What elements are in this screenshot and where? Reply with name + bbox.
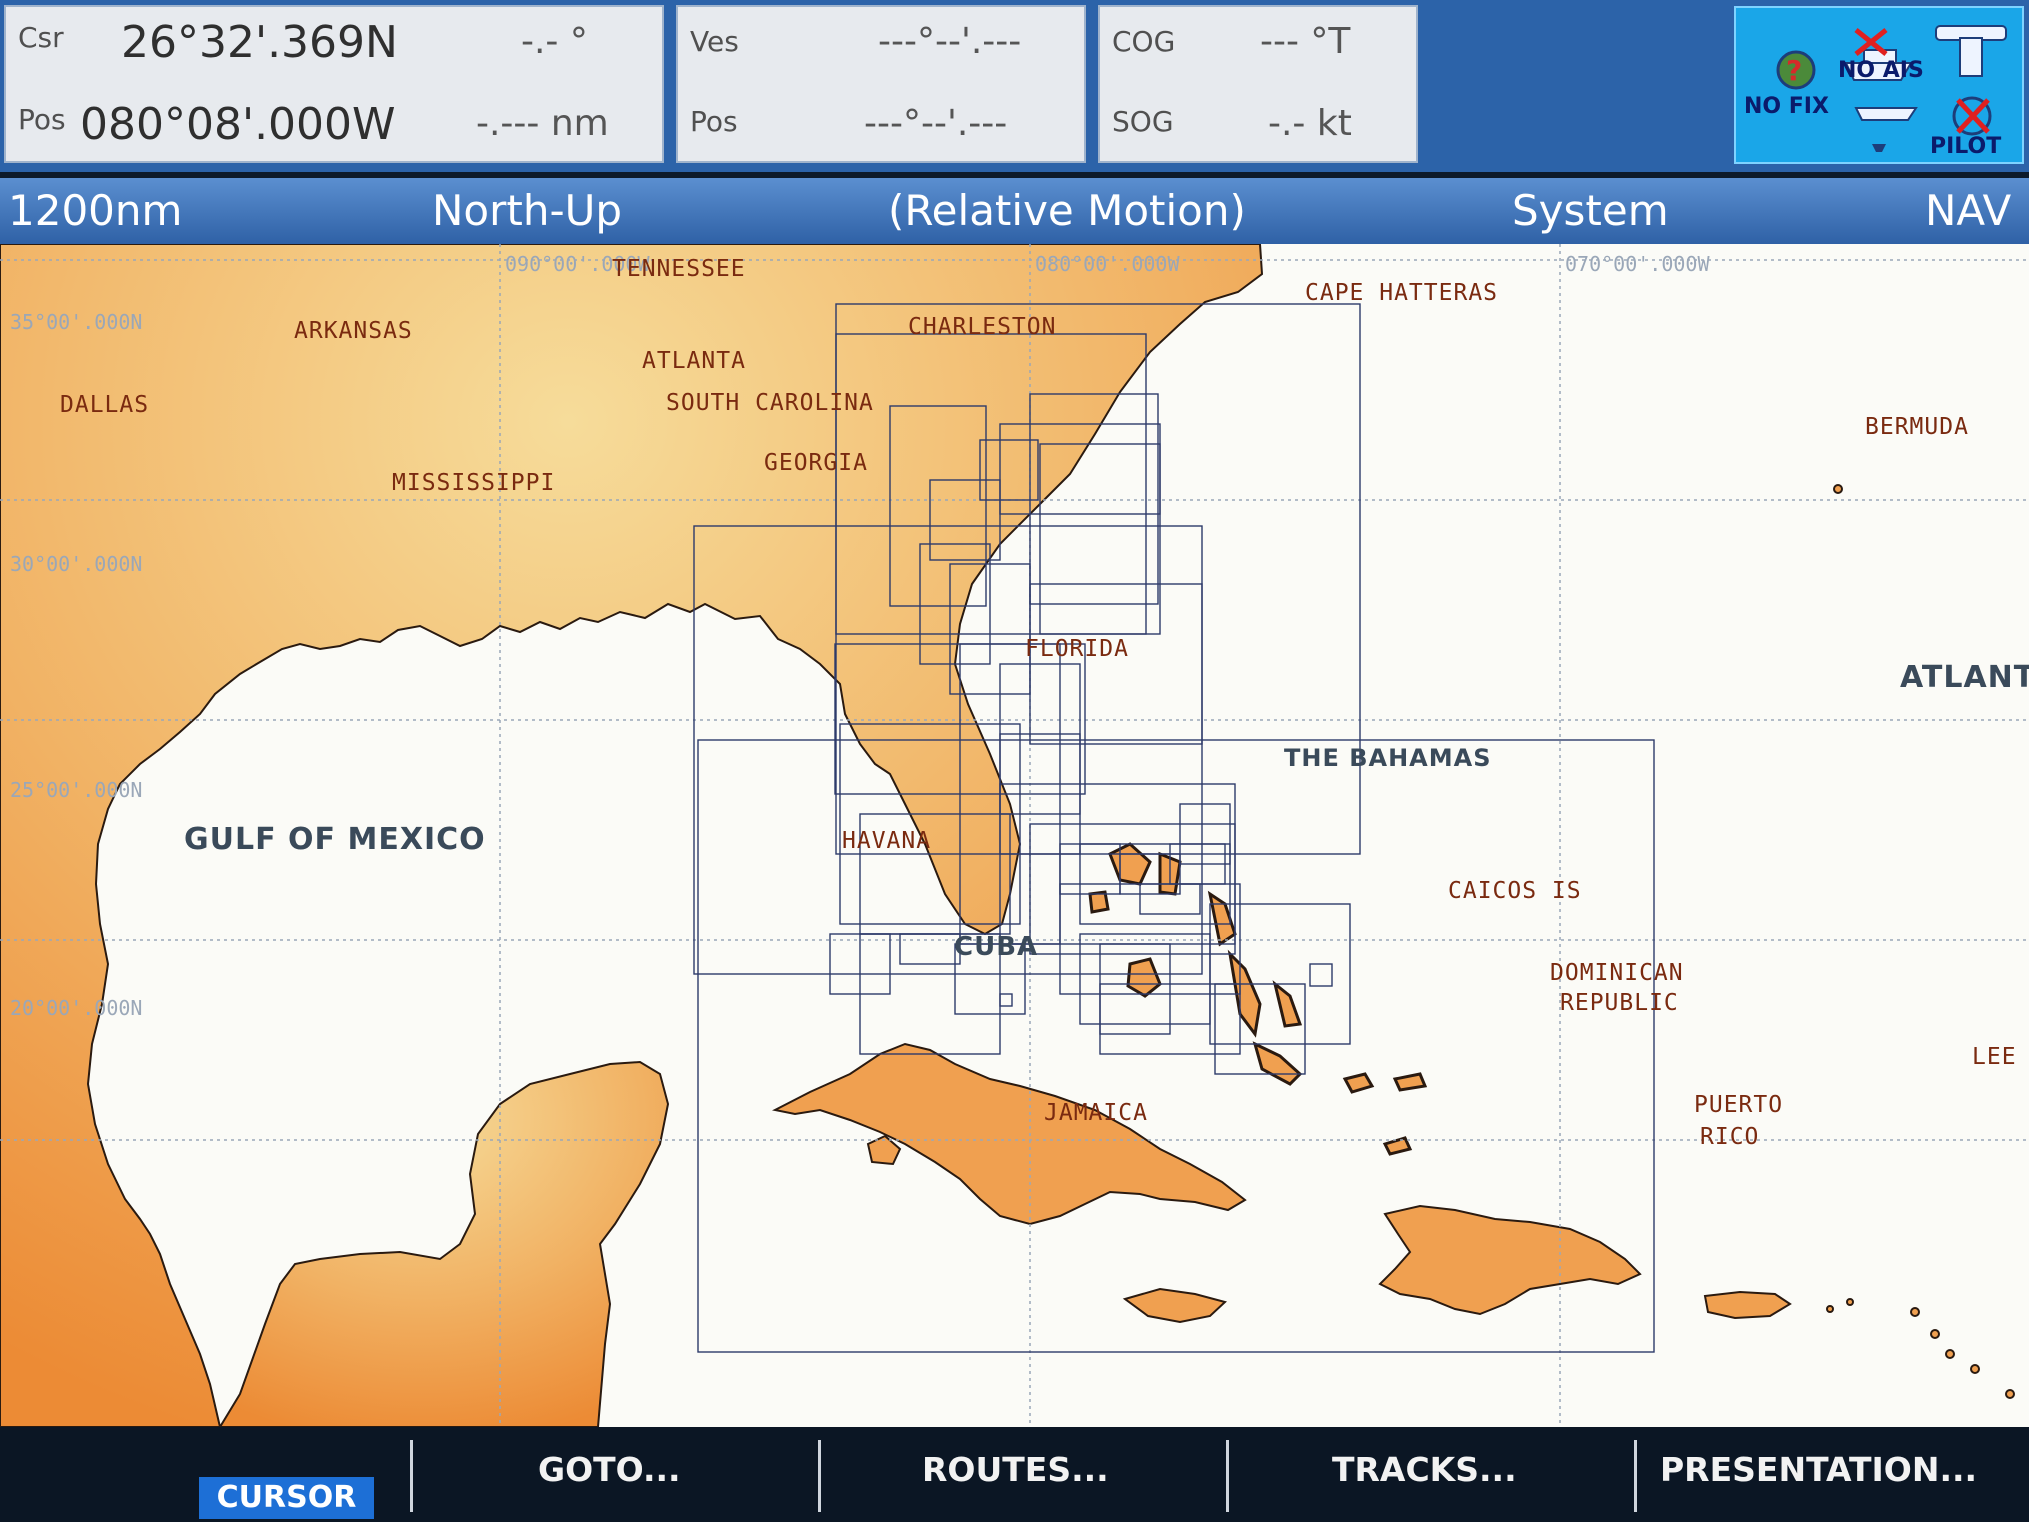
label-florida: FLORIDA <box>1025 636 1129 662</box>
label-puerto: PUERTO <box>1694 1092 1784 1118</box>
softkey-divider <box>1226 1440 1229 1512</box>
label-arkansas: ARKANSAS <box>294 318 413 344</box>
grid-label-lon-80: 080°00'.000W <box>1035 252 1180 276</box>
label-bermuda: BERMUDA <box>1865 414 1969 440</box>
label-atlanta: ATLANTA <box>642 348 746 374</box>
cursor-readout-panel[interactable]: Csr 26°32'.369N -.- ° Pos 080°08'.000W -… <box>4 5 664 163</box>
grid-label-lat-20: 20°00'.000N <box>10 996 143 1020</box>
label-republic: REPUBLIC <box>1560 990 1679 1016</box>
softkey-divider <box>1634 1440 1637 1512</box>
chart-map[interactable]: 090°00'.000W 080°00'.000W 070°00'.000W 3… <box>0 244 2029 1427</box>
label-georgia: GEORGIA <box>764 450 868 476</box>
label-cape-hatteras: CAPE HATTERAS <box>1305 280 1499 306</box>
label-charleston: CHARLESTON <box>908 314 1057 340</box>
orientation-mode[interactable]: North-Up <box>432 186 622 235</box>
pos-label: Pos <box>18 103 66 136</box>
grid-label-lon-70: 070°00'.000W <box>1565 252 1710 276</box>
label-atlantic: ATLANT <box>1900 660 2029 695</box>
cursor-range: -.--- nm <box>476 103 609 144</box>
vessel-latitude: ---°--'.--- <box>878 21 1022 62</box>
label-dallas: DALLAS <box>60 392 150 418</box>
sog-label: SOG <box>1112 105 1174 138</box>
small-boat-icon <box>1854 107 1918 152</box>
jamaica-land <box>1122 1287 1228 1324</box>
csr-label: Csr <box>18 21 64 54</box>
label-south-carolina: SOUTH CAROLINA <box>666 390 874 416</box>
readout-bar: Csr 26°32'.369N -.- ° Pos 080°08'.000W -… <box>0 0 2029 172</box>
status-panel[interactable]: ? NO FIX NO AIS PILOT <box>1734 6 2024 164</box>
cursor-latitude: 26°32'.369N <box>121 17 398 68</box>
cursor-softkey[interactable]: CURSOR <box>199 1477 374 1519</box>
ves-pos-label: Pos <box>690 105 738 138</box>
sog-value: -.- kt <box>1268 103 1352 144</box>
grid-label-lat-30: 30°00'.000N <box>10 552 143 576</box>
no-fix-label: NO FIX <box>1744 94 1829 119</box>
system-mode[interactable]: System <box>1512 186 1669 235</box>
pilot-label: PILOT <box>1930 134 2002 159</box>
cursor-longitude: 080°08'.000W <box>80 99 396 150</box>
ves-label: Ves <box>690 25 739 58</box>
tracks-softkey[interactable]: TRACKS... <box>1332 1450 1517 1489</box>
label-rico: RICO <box>1700 1124 1760 1150</box>
label-caicos: CAICOS IS <box>1448 878 1582 904</box>
label-jamaica: JAMAICA <box>1044 1100 1148 1126</box>
label-leeward: LEE <box>1972 1044 2017 1070</box>
course-speed-panel[interactable]: COG --- °T SOG -.- kt <box>1098 5 1418 163</box>
hispaniola-land <box>1378 1204 1642 1316</box>
lesser-antilles <box>1826 1298 2015 1399</box>
label-bahamas: THE BAHAMAS <box>1284 744 1492 772</box>
grid-label-lat-35: 35°00'.000N <box>10 310 143 334</box>
presentation-softkey[interactable]: PRESENTATION... <box>1660 1450 1977 1489</box>
gps-icon: ? <box>1776 50 1816 90</box>
no-ais-label: NO AIS <box>1838 58 1924 83</box>
cog-value: --- °T <box>1260 21 1351 62</box>
label-gulf-of-mexico: GULF OF MEXICO <box>184 822 486 857</box>
label-tennessee: TENNESSEE <box>612 256 746 282</box>
softkey-divider <box>410 1440 413 1512</box>
motion-mode[interactable]: (Relative Motion) <box>888 186 1246 235</box>
page-name: NAV <box>1925 186 2012 235</box>
vessel-readout-panel[interactable]: Ves ---°--'.--- Pos ---°--'.--- <box>676 5 1086 163</box>
cog-label: COG <box>1112 25 1176 58</box>
svg-text:?: ? <box>1786 54 1802 87</box>
label-mississippi: MISSISSIPPI <box>392 470 556 496</box>
label-havana: HAVANA <box>842 828 932 854</box>
softkey-divider <box>818 1440 821 1512</box>
goto-softkey[interactable]: GOTO... <box>538 1450 681 1489</box>
bermuda-island <box>1833 484 1843 494</box>
chart-header: 1200nm North-Up (Relative Motion) System… <box>0 178 2029 244</box>
cuba-land <box>771 1042 1247 1226</box>
cursor-bearing: -.- ° <box>521 21 588 62</box>
puerto-rico-land <box>1703 1290 1792 1320</box>
label-dominican: DOMINICAN <box>1550 960 1684 986</box>
vessel-longitude: ---°--'.--- <box>864 103 1008 144</box>
routes-softkey[interactable]: ROUTES... <box>922 1450 1109 1489</box>
autopilot-icon <box>1935 25 2007 136</box>
label-cuba: CUBA <box>954 932 1039 962</box>
grid-label-lat-25: 25°00'.000N <box>10 778 143 802</box>
range-scale[interactable]: 1200nm <box>8 186 182 235</box>
yucatan-land <box>218 1060 670 1427</box>
